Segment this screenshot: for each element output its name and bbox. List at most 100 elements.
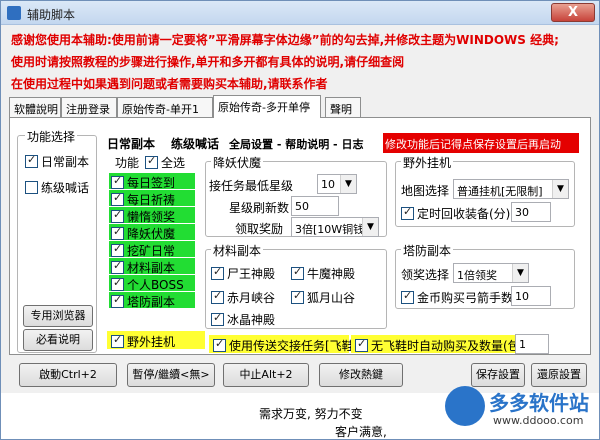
functions-header: 功能 [115, 156, 140, 170]
checkbox-box [111, 174, 124, 189]
chevron-down-icon: ▼ [552, 180, 568, 198]
checkbox-box [355, 337, 368, 352]
timed-recycle-label: 定时回收装备(分) [417, 207, 511, 221]
daily-prayer-checkbox[interactable]: 每日祈祷 [111, 191, 175, 208]
tower-defense-checkbox[interactable]: 塔防副本 [111, 293, 175, 310]
daily-signin-checkbox[interactable]: 每日签到 [111, 174, 175, 191]
tab-single-1[interactable]: 原始传奇-单开1 [117, 97, 213, 117]
daily-dungeon-checkbox[interactable]: 日常副本 [25, 153, 89, 170]
lazy-reward-checkbox[interactable]: 懒惰领奖 [111, 208, 175, 225]
checkbox-box [291, 289, 304, 304]
subtab-daily[interactable]: 日常副本 [105, 133, 169, 153]
pause-resume-button[interactable]: 暫停/繼續<無> [127, 363, 215, 387]
buy-archer-checkbox[interactable]: 金币购买弓箭手数 [401, 289, 513, 306]
map-select-label: 地图选择 [401, 184, 450, 198]
red-moon-checkbox[interactable]: 赤月峡谷 [211, 289, 275, 306]
select-all-checkbox[interactable]: 全选 [145, 154, 185, 171]
subtab-leveling[interactable]: 练级喊话 [169, 133, 225, 153]
personal-boss-checkbox[interactable]: 个人BOSS [111, 276, 184, 293]
stop-button[interactable]: 中止Alt+2 [223, 363, 309, 387]
subtab-global-settings[interactable]: 全局设置 - 帮助说明 - 日志 [227, 133, 379, 153]
app-window: 辅助脚本 X 感谢您使用本辅助:使用前请一定要将”平滑屏幕字体边缘”前的勾去掉,… [0, 0, 600, 440]
checkbox-box [213, 337, 226, 352]
checkbox-box [401, 289, 414, 304]
app-icon [7, 6, 21, 20]
tower-reward-label: 领奖选择 [401, 268, 450, 282]
tower-reward-value: 1倍领奖 [457, 269, 497, 282]
checkbox-box [25, 181, 38, 194]
checkbox-box [211, 289, 224, 304]
daily-dungeon-label: 日常副本 [41, 155, 90, 169]
function-label: 每日签到 [127, 176, 176, 190]
function-label: 每日祈祷 [127, 193, 176, 207]
min-star-label: 接任务最低星级 [209, 179, 294, 193]
corpse-king-checkbox[interactable]: 尸王神殿 [211, 265, 275, 282]
modify-hotkey-button[interactable]: 修改熱鍵 [319, 363, 403, 387]
save-reminder-banner: 修改功能后记得点保存设置后再启动 [383, 133, 579, 153]
watermark-logo-icon [445, 386, 485, 426]
checkbox-box [111, 276, 124, 291]
fox-moon-checkbox[interactable]: 狐月山谷 [291, 289, 355, 306]
browser-button[interactable]: 专用浏览器 [23, 305, 93, 327]
checkbox-box [25, 153, 38, 168]
bull-demon-checkbox[interactable]: 牛魔神殿 [291, 265, 355, 282]
ice-crystal-checkbox[interactable]: 冰晶神殿 [211, 311, 275, 328]
checkbox-box [111, 293, 124, 308]
demon-subdue-checkbox[interactable]: 降妖伏魔 [111, 225, 175, 242]
footer-slogan: 需求万变, 努力不变 [259, 407, 363, 421]
close-button[interactable]: X [551, 3, 595, 22]
outside-hangup-checkbox[interactable]: 野外挂机 [111, 333, 175, 350]
mining-daily-checkbox[interactable]: 挖矿日常 [111, 242, 175, 259]
start-button[interactable]: 啟動Ctrl+2 [19, 363, 117, 387]
outside-hangup-title: 野外挂机 [401, 154, 454, 171]
leveling-shout-checkbox[interactable]: 练级喊话 [25, 179, 89, 196]
star-refresh-label: 星级刷新数 [229, 201, 290, 215]
material-label: 冰晶神殿 [227, 313, 276, 327]
recycle-minutes-input[interactable]: 30 [511, 202, 551, 222]
min-star-value: 10 [321, 178, 335, 191]
checkbox-box [291, 265, 304, 280]
reward-select[interactable]: 3倍[10W铜钱] ▼ [291, 217, 379, 237]
map-value: 普通挂机[无限制] [457, 185, 543, 198]
notice-line-2: 使用时请按照教程的步骤进行操作,单开和多开都有具体的说明,请仔细查阅 [11, 55, 405, 69]
map-select[interactable]: 普通挂机[无限制] ▼ [453, 179, 569, 199]
star-refresh-input[interactable]: 50 [291, 196, 339, 216]
tab-software-info[interactable]: 软體說明 [9, 97, 61, 117]
checkbox-box [145, 154, 158, 169]
save-settings-button[interactable]: 保存設置 [471, 363, 525, 387]
material-label: 赤月峡谷 [227, 291, 276, 305]
timed-recycle-checkbox[interactable]: 定时回收装备(分) [401, 205, 510, 222]
buy-archer-label: 金币购买弓箭手数 [417, 291, 514, 305]
title-bar: 辅助脚本 X [1, 1, 599, 25]
checkbox-box [111, 208, 124, 223]
min-star-select[interactable]: 10 ▼ [317, 174, 357, 194]
checkbox-box [111, 333, 124, 348]
chevron-down-icon: ▼ [340, 175, 356, 193]
teleport-shoes-checkbox[interactable]: 使用传送交接任务[飞鞋] [213, 337, 358, 354]
checkbox-box [111, 259, 124, 274]
function-select-title: 功能选择 [25, 128, 78, 145]
material-dungeon-checkbox[interactable]: 材料副本 [111, 259, 175, 276]
restore-settings-button[interactable]: 還原設置 [531, 363, 587, 387]
tab-statement[interactable]: 聲明 [325, 97, 361, 117]
tab-register-login[interactable]: 注册登录 [61, 97, 117, 117]
window-title: 辅助脚本 [27, 8, 76, 22]
demon-subdue-title: 降妖伏魔 [211, 154, 264, 171]
auto-buy-quantity-input[interactable]: 1 [515, 334, 549, 354]
footer-customer: 客户满意, [335, 425, 387, 439]
select-all-label: 全选 [161, 156, 186, 170]
tower-defense-title: 塔防副本 [401, 242, 454, 259]
chevron-down-icon: ▼ [512, 264, 528, 282]
reward-label: 领取奖励 [235, 222, 284, 236]
outside-hangup-label: 野外挂机 [127, 335, 176, 349]
archer-count-input[interactable]: 10 [511, 286, 551, 306]
teleport-label: 使用传送交接任务[飞鞋] [229, 339, 359, 353]
chevron-down-icon: ▼ [362, 218, 378, 236]
notice-line-1: 感谢您使用本辅助:使用前请一定要将”平滑屏幕字体边缘”前的勾去掉,并修改主题为W… [11, 33, 559, 47]
must-read-button[interactable]: 必看说明 [23, 329, 93, 351]
tower-reward-select[interactable]: 1倍领奖 ▼ [453, 263, 529, 283]
auto-buy-checkbox[interactable]: 无飞鞋时自动购买及数量(包) [355, 337, 524, 354]
tab-multi-single-stop[interactable]: 原始传奇-多开单停 [213, 95, 321, 118]
checkbox-box [401, 205, 414, 220]
notice-line-3: 在使用过程中如果遇到问题或者需要购买本辅助,请联系作者 [11, 77, 328, 91]
